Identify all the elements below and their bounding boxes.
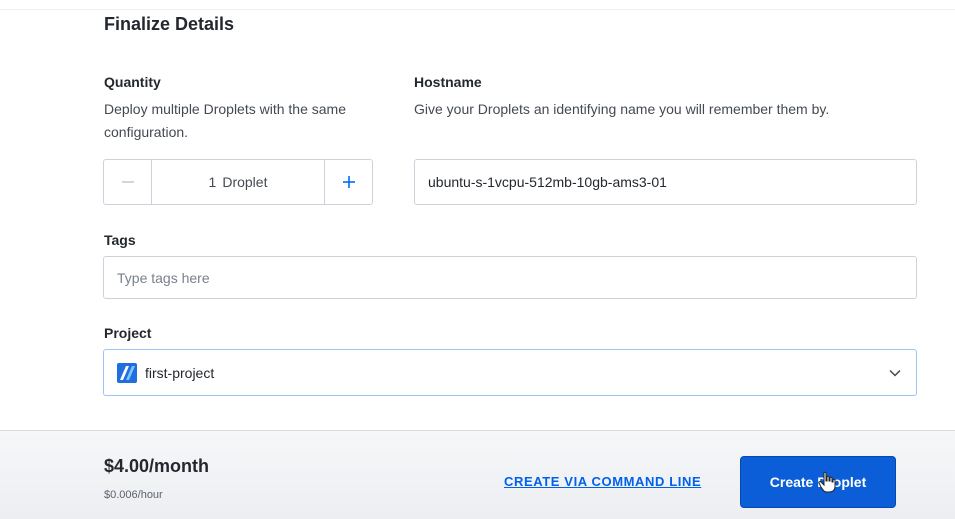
tags-input[interactable] (103, 256, 917, 299)
quantity-stepper: 1 Droplet (103, 159, 373, 205)
project-label: Project (104, 325, 152, 341)
quantity-label: Quantity (104, 74, 161, 90)
quantity-unit: Droplet (222, 174, 268, 190)
tags-label: Tags (104, 232, 136, 248)
finalize-details-page: Finalize Details Quantity Deploy multipl… (0, 0, 955, 519)
plus-icon (342, 176, 355, 188)
quantity-count: 1 (208, 174, 217, 190)
project-select[interactable]: first-project (103, 349, 917, 396)
hourly-price: $0.006/hour (104, 489, 163, 501)
quantity-value: 1 Droplet (152, 160, 324, 204)
project-selected-value: first-project (145, 364, 215, 381)
top-divider (0, 9, 955, 10)
chevron-down-icon (889, 369, 901, 377)
increment-button[interactable] (324, 160, 372, 204)
hostname-label: Hostname (414, 74, 482, 90)
hostname-help: Give your Droplets an identifying name y… (414, 101, 830, 117)
hostname-input[interactable] (414, 159, 917, 205)
footer-bar: $4.00/month $0.006/hour CREATE VIA COMMA… (0, 430, 955, 519)
hand-cursor-icon (818, 471, 836, 493)
decrement-button[interactable] (104, 160, 152, 204)
create-via-command-line-link[interactable]: CREATE VIA COMMAND LINE (504, 474, 701, 489)
monthly-price: $4.00/month (104, 456, 210, 476)
quantity-help: Deploy multiple Droplets with the same c… (104, 101, 346, 140)
section-title: Finalize Details (104, 14, 235, 34)
project-icon (117, 362, 137, 383)
minus-icon (121, 181, 134, 183)
